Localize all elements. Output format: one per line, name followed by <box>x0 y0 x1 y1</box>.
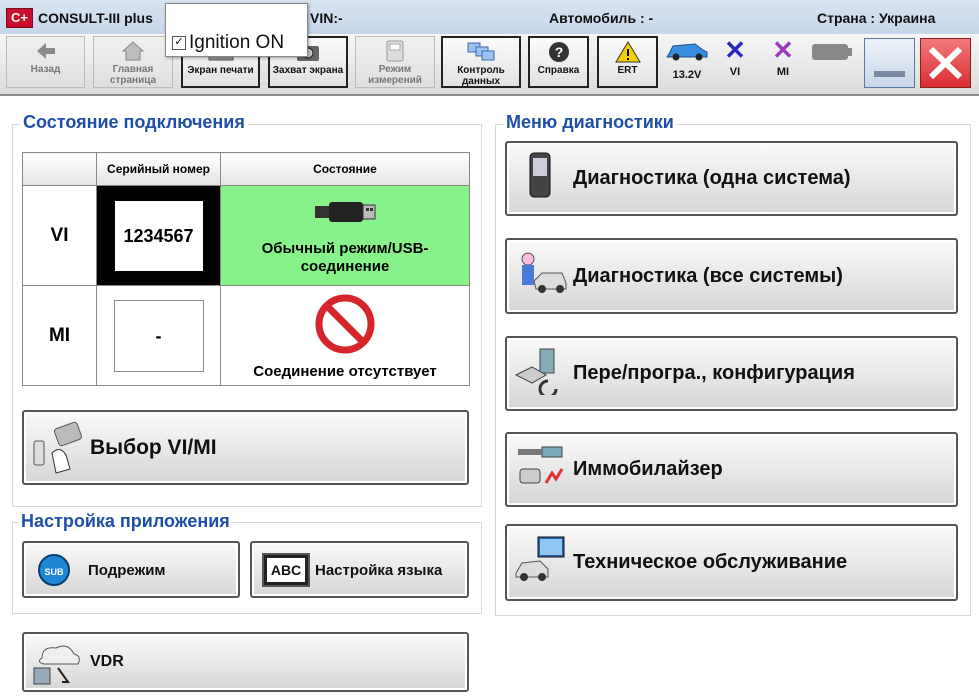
close-button[interactable] <box>920 38 971 88</box>
diag-single-system-button[interactable]: Диагностика (одна система) <box>505 141 958 216</box>
vdr-button[interactable]: VDR <box>22 632 469 692</box>
vdr-label: VDR <box>90 653 124 670</box>
mi-status-label: MI <box>776 66 790 78</box>
diag-single-system-label: Диагностика (одна система) <box>573 167 851 189</box>
key-immobilizer-icon <box>518 446 564 484</box>
home-icon <box>94 40 172 64</box>
submode-button[interactable]: SUB Подрежим <box>22 541 240 598</box>
language-settings-label: Настройка языка <box>315 562 443 579</box>
data-control-button[interactable]: Контроль данных <box>441 36 521 88</box>
help-label: Справка <box>537 65 580 76</box>
mechanic-car-icon <box>521 252 567 293</box>
reprogramming-label: Пере/програ., конфигурация <box>573 362 855 384</box>
reprogramming-icon <box>514 348 558 395</box>
table-row: VI 1234567 Обычный режим/USB-соединение <box>22 185 470 286</box>
mi-device-label: MI <box>22 285 97 386</box>
ignition-checkbox[interactable]: ✓ <box>172 36 186 50</box>
header-status: Состояние <box>220 152 470 186</box>
vi-status-label: VI <box>729 66 741 78</box>
toolbar: Назад Главная страница Экран печати Захв… <box>0 34 979 96</box>
mi-status-cell: Соединение отсутствует <box>220 285 470 386</box>
vi-status: ✕ VI <box>718 35 752 78</box>
home-button[interactable]: Главная страница <box>93 36 173 88</box>
diag-all-systems-button[interactable]: Диагностика (все системы) <box>505 238 958 314</box>
vi-serial-number: 1234567 <box>114 200 203 271</box>
vi-device-label: VI <box>22 185 97 286</box>
maintenance-button[interactable]: Техническое обслуживание <box>505 524 958 601</box>
vin-label: VIN:- <box>310 10 343 26</box>
ignition-label: Ignition ON <box>189 32 285 53</box>
hand-devices-icon <box>33 421 83 474</box>
diag-menu-title: Меню диагностики <box>503 112 677 133</box>
vehicle-label: Автомобиль : - <box>549 10 654 26</box>
country-label: Страна : Украина <box>817 10 936 26</box>
reprogramming-button[interactable]: Пере/програ., конфигурация <box>505 336 958 411</box>
vi-status-cell: Обычный режим/USB-соединение <box>220 185 470 286</box>
table-row: MI - Соединение отсутствует <box>22 285 470 386</box>
app-settings-title: Настройка приложения <box>18 511 233 532</box>
sub-icon: SUB <box>38 554 70 586</box>
minimize-icon <box>874 71 905 77</box>
measure-mode-button[interactable]: Режим измерений <box>355 36 435 88</box>
mi-status: ✕ MI <box>766 35 800 78</box>
connection-title: Состояние подключения <box>20 112 248 133</box>
capture-label: Захват экрана <box>272 65 344 76</box>
ignition-popup[interactable]: ✓ Ignition ON <box>165 3 308 57</box>
handheld-device-icon <box>529 152 551 198</box>
home-label: Главная страница <box>109 64 157 86</box>
no-connection-icon <box>315 294 375 354</box>
back-label: Назад <box>30 64 61 75</box>
back-button[interactable]: Назад <box>6 36 85 88</box>
svg-text:?: ? <box>554 44 563 60</box>
vi-serial-cell: 1234567 <box>96 185 221 286</box>
data-control-label: Контроль данных <box>457 65 505 87</box>
header-serial: Серийный номер <box>96 152 221 186</box>
car-icon <box>666 43 708 61</box>
measure-meter-icon <box>356 40 434 64</box>
vi-status-text: Обычный режим/USB-соединение <box>261 239 429 275</box>
battery-icon <box>812 44 852 60</box>
connection-table: Серийный номер Состояние VI 1234567 Обыч… <box>22 152 470 386</box>
battery-voltage-status: 13.2V <box>664 38 710 81</box>
help-icon: ? <box>530 41 587 65</box>
usb-plug-icon <box>315 201 376 222</box>
abc-keyboard-icon: ABC <box>262 553 310 587</box>
diag-all-systems-label: Диагностика (все системы) <box>573 265 843 287</box>
mi-serial-cell: - <box>96 285 221 386</box>
voltage-value: 13.2V <box>672 69 702 81</box>
immobilizer-label: Иммобилайзер <box>573 458 723 480</box>
vi-disconnected-x-icon: ✕ <box>724 35 746 65</box>
ert-button[interactable]: ERT <box>597 36 658 88</box>
close-icon <box>928 46 963 80</box>
submode-label: Подрежим <box>88 562 166 579</box>
title-bar: C+ CONSULT-III plus VIN:- Автомобиль : -… <box>0 0 979 35</box>
abc-icon-text: ABC <box>267 558 305 582</box>
select-vi-mi-label: Выбор VI/MI <box>90 436 217 459</box>
select-vi-mi-button[interactable]: Выбор VI/MI <box>22 410 469 485</box>
app-title: CONSULT-III plus <box>38 10 153 26</box>
minimize-button[interactable] <box>864 38 915 88</box>
vdr-cloud-icon <box>33 645 80 685</box>
language-settings-button[interactable]: ABC Настройка языка <box>250 541 469 598</box>
measure-label: Режим измерений <box>368 64 422 86</box>
warning-icon <box>599 41 656 65</box>
help-button[interactable]: ? Справка <box>528 36 589 88</box>
ert-label: ERT <box>617 65 638 76</box>
mi-serial-number: - <box>113 299 204 372</box>
app-logo: C+ <box>6 8 33 28</box>
print-label: Экран печати <box>187 65 254 76</box>
mi-status-text: Соединение отсутствует <box>253 363 437 380</box>
maintenance-label: Техническое обслуживание <box>573 551 848 573</box>
maintenance-monitor-icon <box>515 536 565 581</box>
header-blank <box>22 152 97 186</box>
mi-disconnected-x-icon: ✕ <box>772 35 794 65</box>
data-monitor-icon <box>443 41 519 65</box>
back-arrow-icon <box>7 40 84 64</box>
immobilizer-button[interactable]: Иммобилайзер <box>505 432 958 507</box>
